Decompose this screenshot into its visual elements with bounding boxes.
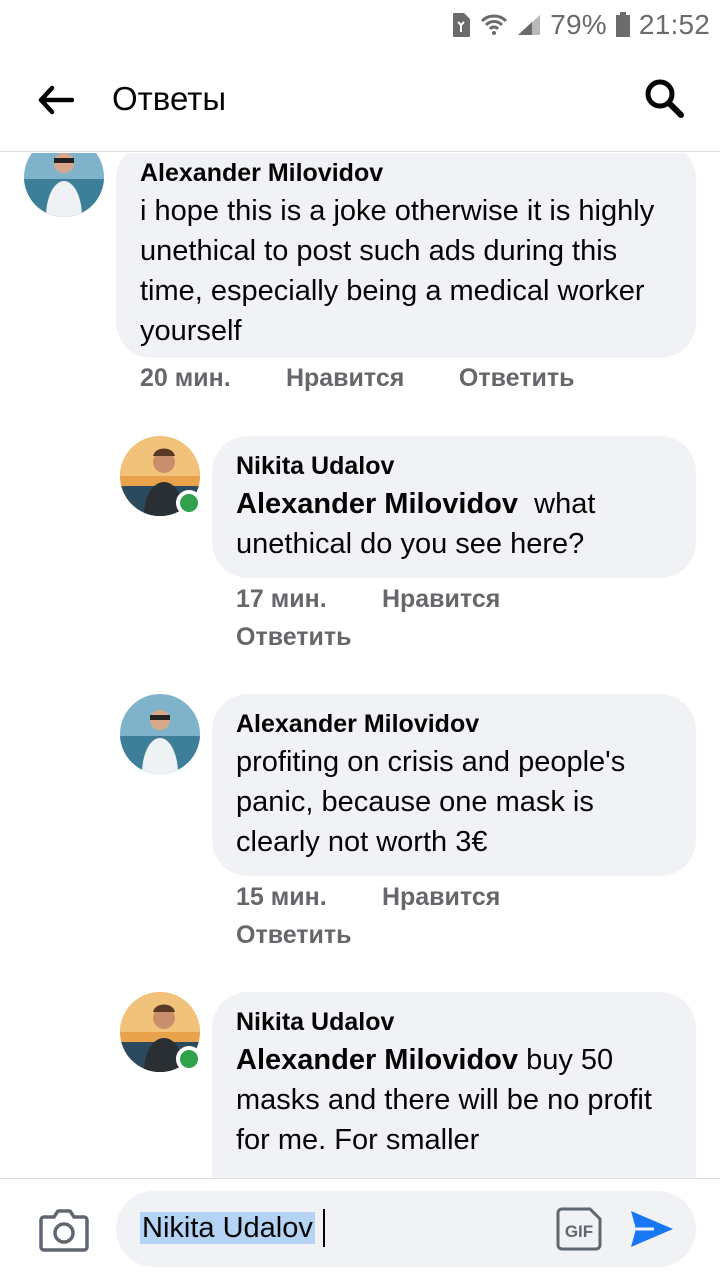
signal-icon bbox=[516, 13, 542, 37]
comment-bubble[interactable]: Alexander Milovidov i hope this is a jok… bbox=[116, 153, 696, 358]
wifi-icon bbox=[480, 13, 508, 37]
comment-input[interactable]: Nikita Udalov GIF bbox=[116, 1191, 696, 1267]
mention-link[interactable]: Alexander Milovidov bbox=[236, 1044, 518, 1076]
comment-input-text[interactable]: Nikita Udalov bbox=[140, 1209, 325, 1247]
comment-bubble[interactable]: Nikita Udalov Alexander Milovidov what u… bbox=[212, 436, 696, 578]
comment-author[interactable]: Nikita Udalov bbox=[236, 448, 672, 484]
battery-percent: 79% bbox=[550, 9, 607, 40]
svg-text:GIF: GIF bbox=[565, 1222, 593, 1241]
comment-text: i hope this is a joke otherwise it is hi… bbox=[140, 195, 655, 347]
comment-time: 17 мин. bbox=[236, 585, 327, 613]
back-button[interactable] bbox=[32, 78, 80, 126]
battery-icon bbox=[615, 12, 631, 38]
reply-button[interactable]: Ответить bbox=[459, 359, 575, 397]
avatar[interactable] bbox=[24, 153, 104, 217]
page-title: Ответы bbox=[112, 80, 227, 117]
comment-item: Alexander Milovidov i hope this is a jok… bbox=[0, 153, 720, 413]
comment-author[interactable]: Alexander Milovidov bbox=[140, 155, 672, 191]
mention-tag: Nikita Udalov bbox=[140, 1212, 315, 1244]
avatar[interactable] bbox=[120, 694, 200, 774]
app-header: Ответы bbox=[0, 50, 720, 152]
comment-author[interactable]: Alexander Milovidov bbox=[236, 706, 672, 742]
mention-link[interactable]: Alexander Milovidov bbox=[236, 488, 518, 520]
send-button[interactable] bbox=[628, 1205, 676, 1253]
gif-button[interactable]: GIF bbox=[556, 1205, 604, 1253]
comment-item: Alexander Milovidov profiting on crisis … bbox=[0, 694, 720, 974]
comment-time: 15 мин. bbox=[236, 883, 327, 911]
comment-actions: 17 мин. Нравится Ответить bbox=[236, 580, 636, 656]
status-bar: 79% 21:52 bbox=[0, 0, 720, 50]
sim-icon bbox=[450, 12, 472, 38]
search-button[interactable] bbox=[640, 76, 688, 124]
comment-composer: Nikita Udalov GIF bbox=[0, 1178, 720, 1280]
like-button[interactable]: Нравится bbox=[286, 359, 452, 397]
comment-item: Nikita Udalov Alexander Milovidov buy 50… bbox=[0, 992, 720, 1178]
reply-button[interactable]: Ответить bbox=[236, 618, 352, 656]
comment-text: profiting on crisis and people's panic, … bbox=[236, 746, 626, 858]
like-button[interactable]: Нравится bbox=[382, 580, 500, 618]
comment-bubble[interactable]: Alexander Milovidov profiting on crisis … bbox=[212, 694, 696, 876]
online-indicator bbox=[176, 490, 202, 516]
online-indicator bbox=[176, 1046, 202, 1072]
reply-button[interactable]: Ответить bbox=[236, 916, 352, 954]
comment-actions: 15 мин. Нравится Ответить bbox=[236, 878, 636, 954]
comment-time: 20 мин. bbox=[140, 364, 231, 392]
like-button[interactable]: Нравится bbox=[382, 878, 500, 916]
arrow-left-icon bbox=[38, 85, 75, 120]
comment-actions: 20 мин. Нравится Ответить bbox=[140, 359, 574, 397]
send-icon bbox=[628, 1211, 676, 1257]
comment-text: Alexander Milovidov what unethical do yo… bbox=[236, 484, 672, 564]
camera-button[interactable] bbox=[38, 1207, 90, 1253]
comment-item: Nikita Udalov Alexander Milovidov what u… bbox=[0, 436, 720, 666]
comment-thread[interactable]: Alexander Milovidov i hope this is a jok… bbox=[0, 153, 720, 1178]
camera-icon bbox=[38, 1209, 90, 1257]
comment-bubble[interactable]: Nikita Udalov Alexander Milovidov buy 50… bbox=[212, 992, 696, 1178]
comment-author[interactable]: Nikita Udalov bbox=[236, 1004, 672, 1040]
text-caret bbox=[322, 1209, 325, 1247]
comment-text: Alexander Milovidov buy 50 masks and the… bbox=[236, 1040, 672, 1160]
gif-icon: GIF bbox=[556, 1207, 604, 1257]
search-icon bbox=[643, 77, 685, 124]
clock: 21:52 bbox=[638, 9, 710, 40]
